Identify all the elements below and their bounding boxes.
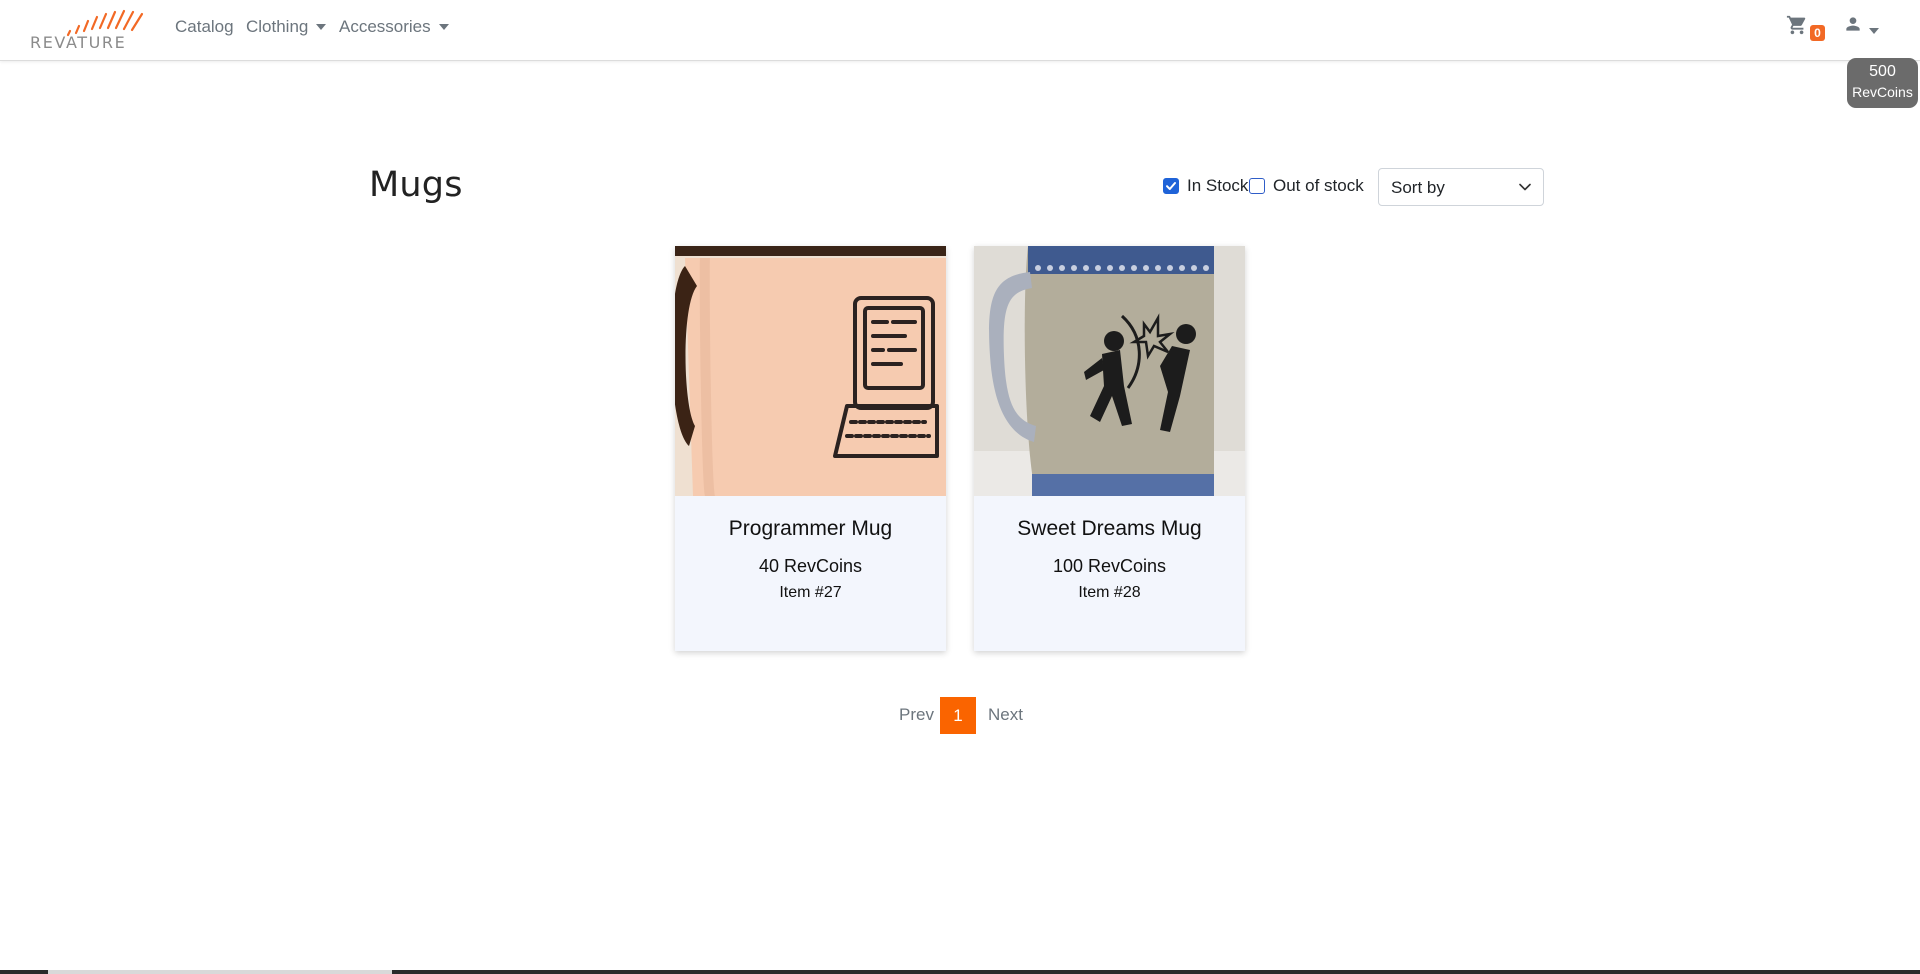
sort-by-value: Sort by — [1391, 178, 1445, 197]
product-price: 40 RevCoins — [758, 556, 863, 576]
brand-name: REVATURE — [30, 33, 127, 52]
revature-logo[interactable]: REVATURE — [28, 9, 152, 52]
out-of-stock-label: Out of stock — [1273, 176, 1364, 195]
pagination-page-current[interactable]: 1 — [940, 697, 976, 734]
out-of-stock-checkbox[interactable] — [1249, 178, 1265, 194]
product-image-programmer-mug[interactable] — [675, 246, 946, 496]
product-image-sweet-dreams-mug[interactable] — [974, 246, 1245, 496]
pagination-next[interactable]: Next — [988, 705, 1023, 725]
user-icon — [1846, 17, 1860, 31]
out-of-stock-filter[interactable]: Out of stock — [1249, 176, 1364, 196]
in-stock-checkbox[interactable] — [1163, 178, 1179, 194]
user-menu-dropdown[interactable] — [1843, 14, 1883, 40]
revcoins-unit: RevCoins — [1852, 84, 1913, 100]
page-title: Mugs — [369, 165, 463, 205]
sort-by-select[interactable]: Sort by — [1378, 168, 1544, 206]
nav-clothing-dropdown[interactable]: Clothing — [246, 17, 327, 37]
revcoins-amount: 500 — [1869, 63, 1896, 80]
check-icon — [1166, 182, 1176, 190]
top-navbar: REVATURE Catalog Clothing Accessories 0 — [0, 0, 1920, 61]
nav-accessories-dropdown[interactable]: Accessories — [339, 17, 449, 37]
cart-count-badge: 0 — [1810, 25, 1825, 41]
in-stock-label: In Stock — [1187, 176, 1249, 195]
cart-button[interactable]: 0 — [1786, 14, 1826, 44]
product-price: 100 RevCoins — [1052, 556, 1167, 576]
chevron-down-icon — [316, 24, 327, 30]
product-name[interactable]: Programmer Mug — [675, 517, 946, 541]
product-item-number: Item #28 — [1078, 584, 1141, 601]
nav-catalog-label: Catalog — [175, 17, 234, 36]
in-stock-filter[interactable]: In Stock — [1163, 176, 1248, 196]
product-name[interactable]: Sweet Dreams Mug — [974, 517, 1245, 541]
chevron-down-icon — [1519, 183, 1531, 191]
bottom-scrollbar[interactable] — [0, 970, 1920, 974]
chevron-down-icon — [1869, 28, 1879, 34]
scrollbar-thumb[interactable] — [48, 970, 392, 974]
sweet-dreams-mug-image — [974, 246, 1245, 496]
nav-accessories-label: Accessories — [339, 17, 431, 36]
product-item-number: Item #27 — [779, 584, 842, 601]
pagination-prev[interactable]: Prev — [899, 705, 934, 725]
product-card[interactable]: Programmer Mug 40 RevCoins Item #27 — [675, 246, 946, 651]
revcoins-balance: 500 RevCoins — [1847, 58, 1918, 108]
product-card[interactable]: Sweet Dreams Mug 100 RevCoins Item #28 — [974, 246, 1245, 651]
cart-icon — [1786, 15, 1806, 35]
nav-catalog[interactable]: Catalog — [175, 17, 234, 37]
programmer-mug-image — [675, 246, 946, 496]
chevron-down-icon — [438, 24, 449, 30]
nav-clothing-label: Clothing — [246, 17, 309, 36]
